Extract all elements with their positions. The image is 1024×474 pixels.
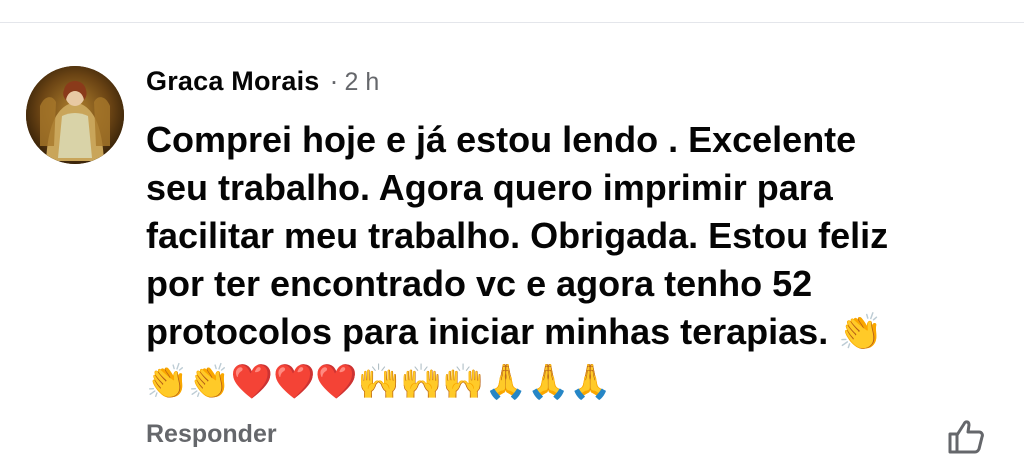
avatar[interactable] (26, 66, 124, 164)
separator-dot: · (329, 66, 339, 96)
like-icon (948, 420, 984, 454)
thumbs-up-icon[interactable] (944, 414, 988, 458)
author-name[interactable]: Graca Morais (146, 66, 319, 97)
timestamp[interactable]: 2 h (344, 68, 379, 97)
comment: Graca Morais · 2 h Comprei hoje e já est… (146, 66, 1006, 405)
comment-text: Comprei hoje e já estou lendo . Excelent… (146, 116, 976, 357)
comment-header: Graca Morais · 2 h (146, 66, 1006, 106)
clapping-hands-emoji: 👏 (838, 312, 884, 353)
top-divider (0, 0, 1024, 23)
emoji-line: 👏👏❤️❤️❤️🙌🙌🙌🙏🙏🙏 (146, 362, 612, 402)
comment-screen: Graca Morais · 2 h Comprei hoje e já est… (0, 0, 1024, 474)
profile-photo-icon (26, 66, 124, 164)
comment-body: Comprei hoje e já estou lendo . Excelent… (146, 119, 889, 352)
reply-button[interactable]: Responder (146, 420, 277, 449)
